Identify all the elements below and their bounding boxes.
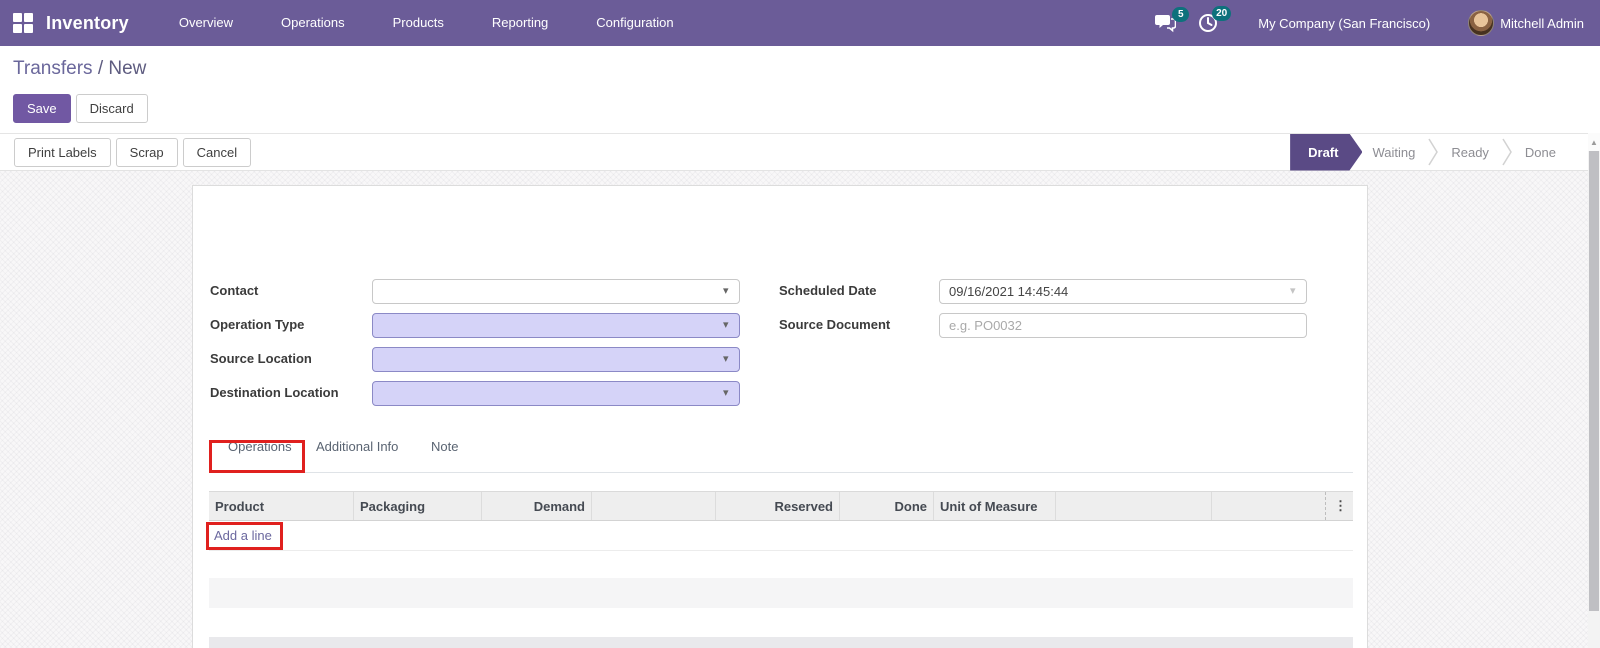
section-divider-band (209, 637, 1353, 648)
nav-item-products[interactable]: Products (369, 0, 468, 46)
contact-label: Contact (210, 283, 259, 298)
optional-columns-toggle-icon[interactable]: ⋮ (1332, 498, 1347, 514)
tab-note[interactable]: Note (431, 439, 458, 454)
empty-row-band (209, 578, 1353, 608)
column-header-empty (1055, 492, 1211, 520)
app-name[interactable]: Inventory (46, 13, 129, 34)
operations-tab-highlight-box (209, 440, 305, 473)
breadcrumb-transfers-link[interactable]: Transfers (13, 58, 93, 79)
scrollbar-up-icon[interactable]: ▲ (1588, 133, 1600, 151)
apps-grid-square (13, 13, 22, 22)
destination-location-field[interactable] (372, 381, 740, 406)
messages-count-badge: 5 (1172, 6, 1190, 22)
record-actions: Save Discard (13, 94, 148, 123)
source-document-label: Source Document (779, 317, 891, 332)
column-header-packaging[interactable]: Packaging (353, 492, 481, 520)
apps-grid-square (13, 24, 22, 33)
column-header-demand[interactable]: Demand (481, 492, 591, 520)
nav-item-reporting[interactable]: Reporting (468, 0, 572, 46)
save-button[interactable]: Save (13, 94, 71, 123)
apps-grid-square (24, 24, 33, 33)
operation-type-label: Operation Type (210, 317, 305, 332)
status-step-draft[interactable]: Draft (1290, 134, 1362, 171)
column-header-empty (591, 492, 715, 520)
apps-menu-icon[interactable] (13, 13, 33, 33)
operation-type-field[interactable] (372, 313, 740, 338)
top-navbar: Inventory Overview Operations Products R… (0, 0, 1600, 46)
company-switcher[interactable]: My Company (San Francisco) (1258, 16, 1430, 31)
apps-grid-square (24, 13, 33, 22)
user-avatar[interactable] (1468, 10, 1495, 36)
activities-menu[interactable]: 20 (1198, 6, 1232, 33)
tab-additional-info[interactable]: Additional Info (316, 439, 398, 454)
toolbar-buttons: Print Labels Scrap Cancel (14, 137, 252, 167)
status-step-ready[interactable]: Ready (1441, 145, 1499, 160)
page-scrollbar[interactable]: ▲ (1588, 133, 1600, 648)
print-labels-button[interactable]: Print Labels (14, 137, 111, 167)
scheduled-date-field[interactable] (939, 279, 1307, 304)
column-header-empty (1211, 492, 1325, 520)
table-header-row: Product Packaging Demand Reserved Done U… (209, 491, 1353, 521)
status-step-waiting[interactable]: Waiting (1362, 145, 1425, 160)
control-panel: Transfers / New Save Discard (0, 46, 1600, 133)
breadcrumb-current: New (108, 58, 147, 79)
scrollbar-thumb[interactable] (1589, 151, 1599, 611)
column-header-reserved[interactable]: Reserved (715, 492, 839, 520)
nav-item-overview[interactable]: Overview (155, 0, 257, 46)
contact-field[interactable] (372, 279, 740, 304)
status-step-done[interactable]: Done (1515, 145, 1566, 160)
optional-columns-cell: ⋮ (1325, 492, 1353, 520)
operations-lines-table: Product Packaging Demand Reserved Done U… (209, 491, 1353, 551)
destination-location-label: Destination Location (210, 385, 339, 400)
add-line-row: Add a line (209, 521, 1353, 551)
messages-menu[interactable]: 5 (1155, 6, 1190, 33)
chevron-separator-icon (1428, 138, 1439, 166)
scheduled-date-label: Scheduled Date (779, 283, 877, 298)
nav-menu: Overview Operations Products Reporting C… (155, 0, 698, 46)
column-header-unit-of-measure[interactable]: Unit of Measure (933, 492, 1055, 520)
breadcrumb: Transfers / New (13, 58, 146, 80)
source-location-field[interactable] (372, 347, 740, 372)
form-toolbar: Print Labels Scrap Cancel Draft Waiting … (0, 133, 1600, 171)
nav-item-operations[interactable]: Operations (257, 0, 369, 46)
statusbar: Draft Waiting Ready Done (1290, 134, 1566, 171)
scrap-button[interactable]: Scrap (115, 137, 178, 167)
add-a-line-highlight-box (206, 522, 283, 550)
nav-item-configuration[interactable]: Configuration (572, 0, 697, 46)
discard-button[interactable]: Discard (75, 94, 148, 123)
chevron-separator-icon (1502, 138, 1512, 166)
tabs-underline (209, 472, 1353, 473)
user-menu[interactable]: Mitchell Admin (1500, 16, 1584, 31)
column-header-product[interactable]: Product (209, 492, 353, 520)
source-document-field[interactable] (939, 313, 1307, 338)
column-header-done[interactable]: Done (839, 492, 933, 520)
form-sheet: Contact ▾ Operation Type ▾ Source Locati… (192, 185, 1368, 648)
nav-right: 5 20 My Company (San Francisco) Mitchell… (1155, 6, 1600, 36)
source-location-label: Source Location (210, 351, 312, 366)
breadcrumb-separator: / (92, 58, 109, 79)
cancel-button[interactable]: Cancel (182, 137, 252, 167)
activities-count-badge: 20 (1212, 6, 1232, 21)
odoo-inventory-transfer-new-page: Inventory Overview Operations Products R… (0, 0, 1600, 648)
